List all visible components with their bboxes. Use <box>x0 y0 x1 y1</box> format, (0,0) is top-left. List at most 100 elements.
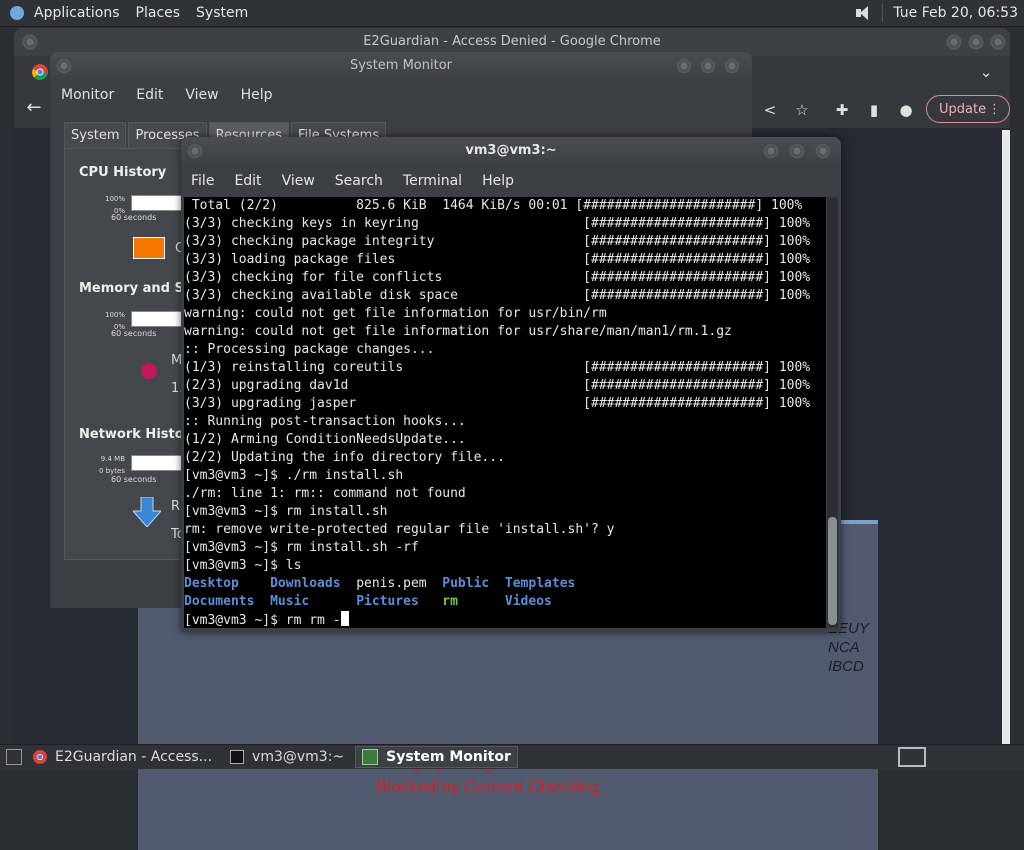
task-label: System Monitor <box>386 749 511 765</box>
terminal-line: (1/2) Arming ConditionNeedsUpdate... <box>184 432 466 447</box>
cpu-color-swatch[interactable] <box>133 237 165 259</box>
task-chrome[interactable]: E2Guardian - Access... <box>26 746 219 768</box>
menu-system[interactable]: System <box>188 5 256 21</box>
terminal-output[interactable]: Total (2/2) 825.6 KiB 1464 KiB/s 00:01 [… <box>184 197 826 628</box>
volume-icon[interactable] <box>854 5 872 21</box>
network-axis-bottom: 0 bytes <box>99 467 125 475</box>
chrome-logo-icon <box>32 64 48 80</box>
panel-tray: Tue Feb 20, 06:53 <box>854 4 1024 22</box>
ls-entry-downloads: Downloads <box>270 576 357 591</box>
minimize-button[interactable] <box>763 143 779 159</box>
menu-view[interactable]: View <box>272 173 325 189</box>
terminal-line: (3/3) checking package integrity [######… <box>184 234 811 249</box>
menu-applications[interactable]: Applications <box>26 5 128 21</box>
menu-edit[interactable]: Edit <box>224 173 271 189</box>
cpu-history-title: CPU History <box>79 165 167 180</box>
ls-entry-documents: Documents <box>184 594 271 609</box>
more-menu-icon[interactable]: ⋮ <box>988 96 1001 124</box>
ls-entry-music: Music <box>270 594 357 609</box>
ls-output-row: Desktop Downloads penis.pem Public Templ… <box>184 575 826 593</box>
terminal-line: :: Processing package changes... <box>184 342 435 357</box>
cpu-graph <box>131 195 187 211</box>
terminal-line: [vm3@vm3 ~]$ ls <box>184 558 302 573</box>
ls-entry-penis-pem: penis.pem <box>356 576 443 591</box>
menu-view[interactable]: View <box>174 87 229 103</box>
ls-entry-rm: rm <box>442 594 505 609</box>
maximize-button[interactable] <box>968 34 984 50</box>
terminal-line: (1/3) reinstalling coreutils [##########… <box>184 360 811 375</box>
close-button[interactable] <box>724 58 740 74</box>
terminal-line: (3/3) loading package files [###########… <box>184 252 811 267</box>
terminal-line: (2/3) upgrading dav1d [#################… <box>184 378 811 393</box>
close-button[interactable] <box>990 34 1006 50</box>
menu-terminal[interactable]: Terminal <box>393 173 472 189</box>
update-button[interactable]: Update ⋮ <box>926 95 1010 123</box>
top-panel: Applications Places System Tue Feb 20, 0… <box>0 0 1024 27</box>
menu-help[interactable]: Help <box>472 173 524 189</box>
terminal-scrollbar-thumb[interactable] <box>828 517 837 625</box>
app-menu-icon[interactable] <box>10 6 24 20</box>
network-receive-arrow-icon <box>133 497 161 527</box>
task-label: E2Guardian - Access... <box>55 749 213 765</box>
ls-entry-public: Public <box>442 576 505 591</box>
maximize-button[interactable] <box>789 143 805 159</box>
terminal-line: [vm3@vm3 ~]$ rm install.sh <box>184 504 388 519</box>
minimize-button[interactable] <box>946 34 962 50</box>
terminal-line: warning: could not get file information … <box>184 324 732 339</box>
terminal-line: [vm3@vm3 ~]$ rm install.sh -rf <box>184 540 419 555</box>
menu-edit[interactable]: Edit <box>125 87 174 103</box>
system-monitor-icon <box>362 749 379 765</box>
panel-separator <box>882 4 884 22</box>
close-button[interactable] <box>815 143 831 159</box>
terminal-line: :: Running post-transaction hooks... <box>184 414 466 429</box>
task-terminal[interactable]: vm3@vm3:~ <box>223 746 351 768</box>
ls-entry-desktop: Desktop <box>184 576 271 591</box>
network-graph <box>131 455 187 471</box>
menu-help[interactable]: Help <box>230 87 284 103</box>
menu-file[interactable]: File <box>181 173 224 189</box>
bookmark-star-icon[interactable]: ☆ <box>794 102 810 118</box>
task-system-monitor[interactable]: System Monitor <box>355 746 518 768</box>
blocked-line: Blocked by Content Checking <box>376 777 600 796</box>
task-label: vm3@vm3:~ <box>252 749 345 765</box>
memory-pie-icon[interactable] <box>141 363 157 379</box>
terminal-titlebar[interactable]: vm3@vm3:~ <box>181 137 841 165</box>
ls-entry-templates: Templates <box>504 576 576 591</box>
terminal-line: rm: remove write-protected regular file … <box>184 522 615 537</box>
cpu-axis-top: 100% <box>104 195 125 203</box>
back-arrow-icon[interactable]: ← <box>26 99 42 117</box>
terminal-prompt-line: [vm3@vm3 ~]$ rm rm - <box>184 611 826 628</box>
prompt-text: [vm3@vm3 ~]$ rm rm - <box>184 613 341 628</box>
ls-output-row: Documents Music Pictures rm Videos <box>184 593 826 611</box>
profile-icon[interactable]: ● <box>898 102 914 118</box>
menu-places[interactable]: Places <box>128 5 189 21</box>
minimize-button[interactable] <box>676 58 692 74</box>
chevron-down-icon[interactable]: ⌄ <box>978 64 994 80</box>
clock[interactable]: Tue Feb 20, 06:53 <box>893 5 1018 21</box>
sysmon-titlebar[interactable]: System Monitor <box>50 52 752 80</box>
cpu-seconds-label: 60 seconds <box>111 213 157 222</box>
terminal-window: vm3@vm3:~ File Edit View Search Terminal… <box>181 137 841 632</box>
ls-entry-videos: Videos <box>504 594 552 609</box>
sidepanel-icon[interactable]: ▮ <box>866 102 882 118</box>
terminal-line: (3/3) checking available disk space [###… <box>184 288 811 303</box>
window-menu-button[interactable] <box>22 34 38 50</box>
terminal-scrollbar[interactable] <box>827 197 838 628</box>
memory-graph <box>131 311 187 327</box>
terminal-line: Total (2/2) 825.6 KiB 1464 KiB/s 00:01 [… <box>184 198 803 213</box>
workspace-switcher[interactable] <box>898 747 926 767</box>
window-menu-button[interactable] <box>56 58 72 74</box>
tab-system[interactable]: System <box>64 122 127 148</box>
share-icon[interactable]: < <box>762 102 778 118</box>
show-desktop-icon[interactable] <box>6 749 22 765</box>
terminal-menubar: File Edit View Search Terminal Help <box>181 167 841 195</box>
page-scrollbar[interactable] <box>1002 130 1010 746</box>
maximize-button[interactable] <box>700 58 716 74</box>
extensions-puzzle-icon[interactable]: ✚ <box>834 102 850 118</box>
memory-seconds-label: 60 seconds <box>111 329 157 338</box>
menu-search[interactable]: Search <box>325 173 393 189</box>
taskbar: E2Guardian - Access... vm3@vm3:~ System … <box>0 744 1024 769</box>
menu-monitor[interactable]: Monitor <box>50 87 125 103</box>
update-label: Update <box>939 102 987 117</box>
window-menu-button[interactable] <box>187 143 203 159</box>
